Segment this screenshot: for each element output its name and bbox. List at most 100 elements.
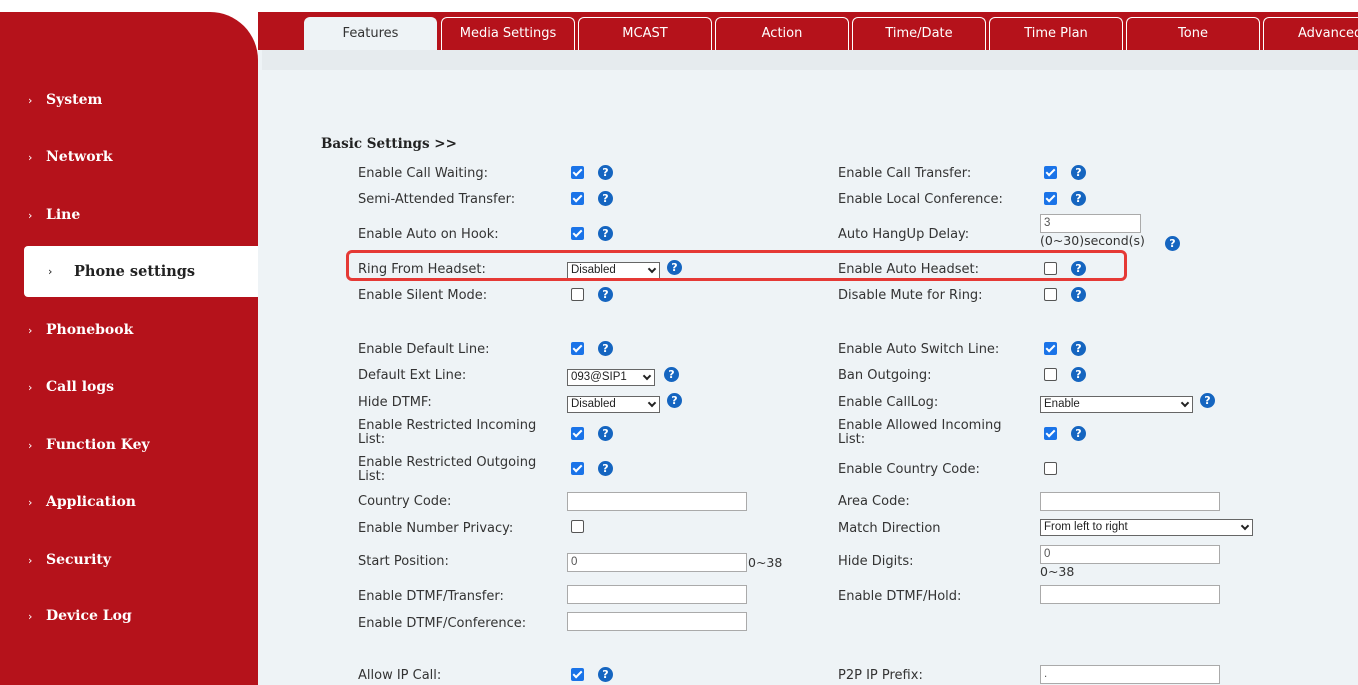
chevron-down-icon xyxy=(642,371,652,381)
chevron-down-icon xyxy=(1180,398,1190,408)
sidebar-item-phonebook[interactable]: › Phonebook xyxy=(0,310,258,350)
sidebar-item-function-key[interactable]: › Function Key xyxy=(0,425,258,465)
p2p-ip-prefix-input[interactable]: . xyxy=(1040,665,1220,684)
help-icon[interactable]: ? xyxy=(598,287,613,302)
help-icon[interactable]: ? xyxy=(664,367,679,382)
tab-tone[interactable]: Tone xyxy=(1126,17,1260,50)
sidebar-item-security[interactable]: › Security xyxy=(0,540,258,580)
allow-ip-call-checkbox[interactable] xyxy=(571,668,584,681)
restricted-incoming-label: Enable Restricted Incoming List: xyxy=(358,418,537,447)
calllog-select[interactable]: Enable xyxy=(1040,396,1193,413)
sidebar-item-phone-settings[interactable]: › Phone settings xyxy=(24,246,258,297)
help-icon[interactable]: ? xyxy=(598,426,613,441)
chevron-right-icon: › xyxy=(28,380,33,394)
tab-bar: Features Media Settings MCAST Action Tim… xyxy=(258,12,1358,50)
hide-digits-hint: 0~38 xyxy=(1040,564,1075,579)
country-code-label: Country Code: xyxy=(358,494,452,509)
dtmf-transfer-label: Enable DTMF/Transfer: xyxy=(358,589,504,604)
calllog-value: Enable xyxy=(1044,398,1080,410)
sidebar-item-label: Call logs xyxy=(46,379,115,395)
content-header-strip xyxy=(262,50,1358,70)
chevron-right-icon: › xyxy=(28,93,33,107)
help-icon[interactable]: ? xyxy=(598,226,613,241)
country-code-enable-label: Enable Country Code: xyxy=(838,462,980,477)
help-icon[interactable]: ? xyxy=(1071,341,1086,356)
restricted-outgoing-checkbox[interactable] xyxy=(571,462,584,475)
country-code-enable-checkbox[interactable] xyxy=(1044,462,1057,475)
hide-dtmf-value: Disabled xyxy=(571,398,616,410)
silent-mode-label: Enable Silent Mode: xyxy=(358,288,488,303)
area-code-input[interactable] xyxy=(1040,492,1220,511)
sidebar-item-label: System xyxy=(46,92,103,108)
help-icon[interactable]: ? xyxy=(1165,236,1180,251)
call-transfer-checkbox[interactable] xyxy=(1044,166,1057,179)
tab-features[interactable]: Features xyxy=(304,17,437,50)
default-line-checkbox[interactable] xyxy=(571,342,584,355)
help-icon[interactable]: ? xyxy=(1071,165,1086,180)
match-direction-value: From left to right xyxy=(1044,521,1128,533)
sidebar-item-network[interactable]: › Network xyxy=(0,137,258,177)
sidebar-item-label: Phonebook xyxy=(46,322,134,338)
hide-dtmf-label: Hide DTMF: xyxy=(358,395,432,410)
help-icon[interactable]: ? xyxy=(1071,426,1086,441)
dtmf-hold-input[interactable] xyxy=(1040,585,1220,604)
tab-mcast[interactable]: MCAST xyxy=(578,17,712,50)
silent-mode-checkbox[interactable] xyxy=(571,288,584,301)
help-icon[interactable]: ? xyxy=(598,461,613,476)
default-ext-line-select[interactable]: 093@SIP1 xyxy=(567,369,655,386)
call-waiting-checkbox[interactable] xyxy=(571,166,584,179)
tab-action[interactable]: Action xyxy=(715,17,849,50)
chevron-right-icon: › xyxy=(28,553,33,567)
dtmf-conference-input[interactable] xyxy=(567,612,747,631)
start-position-input[interactable]: 0 xyxy=(567,553,747,572)
help-icon[interactable]: ? xyxy=(598,667,613,682)
disable-mute-ring-checkbox[interactable] xyxy=(1044,288,1057,301)
call-transfer-label: Enable Call Transfer: xyxy=(838,166,972,181)
area-code-label: Area Code: xyxy=(838,494,910,509)
chevron-right-icon: › xyxy=(28,208,33,222)
tab-time-plan[interactable]: Time Plan xyxy=(989,17,1123,50)
help-icon[interactable]: ? xyxy=(598,165,613,180)
auto-switch-line-label: Enable Auto Switch Line: xyxy=(838,342,1000,357)
local-conference-checkbox[interactable] xyxy=(1044,192,1057,205)
auto-hangup-delay-input[interactable]: 3 xyxy=(1040,214,1141,233)
number-privacy-checkbox[interactable] xyxy=(571,520,584,533)
sidebar-item-label: Line xyxy=(46,207,81,223)
help-icon[interactable]: ? xyxy=(598,341,613,356)
country-code-input[interactable] xyxy=(567,492,747,511)
hide-dtmf-select[interactable]: Disabled xyxy=(567,396,660,413)
chevron-down-icon xyxy=(1240,521,1250,531)
sidebar-item-device-log[interactable]: › Device Log xyxy=(0,596,258,636)
help-icon[interactable]: ? xyxy=(1071,287,1086,302)
restricted-incoming-checkbox[interactable] xyxy=(571,427,584,440)
auto-hangup-delay-label: Auto HangUp Delay: xyxy=(838,227,970,242)
semi-attended-checkbox[interactable] xyxy=(571,192,584,205)
help-icon[interactable]: ? xyxy=(598,191,613,206)
help-icon[interactable]: ? xyxy=(1071,367,1086,382)
sidebar-item-system[interactable]: › System xyxy=(0,80,258,120)
auto-on-hook-label: Enable Auto on Hook: xyxy=(358,227,499,242)
help-icon[interactable]: ? xyxy=(1071,191,1086,206)
help-icon[interactable]: ? xyxy=(1200,393,1215,408)
auto-on-hook-checkbox[interactable] xyxy=(571,227,584,240)
sidebar-item-call-logs[interactable]: › Call logs xyxy=(0,367,258,407)
match-direction-select[interactable]: From left to right xyxy=(1040,519,1253,536)
hide-digits-input[interactable]: 0 xyxy=(1040,545,1220,564)
allowed-incoming-checkbox[interactable] xyxy=(1044,427,1057,440)
tab-advanced[interactable]: Advanced xyxy=(1263,17,1358,50)
tab-media-settings[interactable]: Media Settings xyxy=(441,17,575,50)
call-waiting-label: Enable Call Waiting: xyxy=(358,166,488,181)
sidebar-item-application[interactable]: › Application xyxy=(0,482,258,522)
help-icon[interactable]: ? xyxy=(667,393,682,408)
ban-outgoing-checkbox[interactable] xyxy=(1044,368,1057,381)
chevron-right-icon: › xyxy=(28,323,33,337)
auto-switch-line-checkbox[interactable] xyxy=(1044,342,1057,355)
start-position-label: Start Position: xyxy=(358,554,449,569)
dtmf-hold-label: Enable DTMF/Hold: xyxy=(838,589,962,604)
sidebar-item-line[interactable]: › Line xyxy=(0,195,258,235)
tab-time-date[interactable]: Time/Date xyxy=(852,17,986,50)
calllog-label: Enable CallLog: xyxy=(838,395,939,410)
sidebar-item-label: Phone settings xyxy=(74,263,196,280)
dtmf-transfer-input[interactable] xyxy=(567,585,747,604)
default-ext-line-label: Default Ext Line: xyxy=(358,368,467,383)
